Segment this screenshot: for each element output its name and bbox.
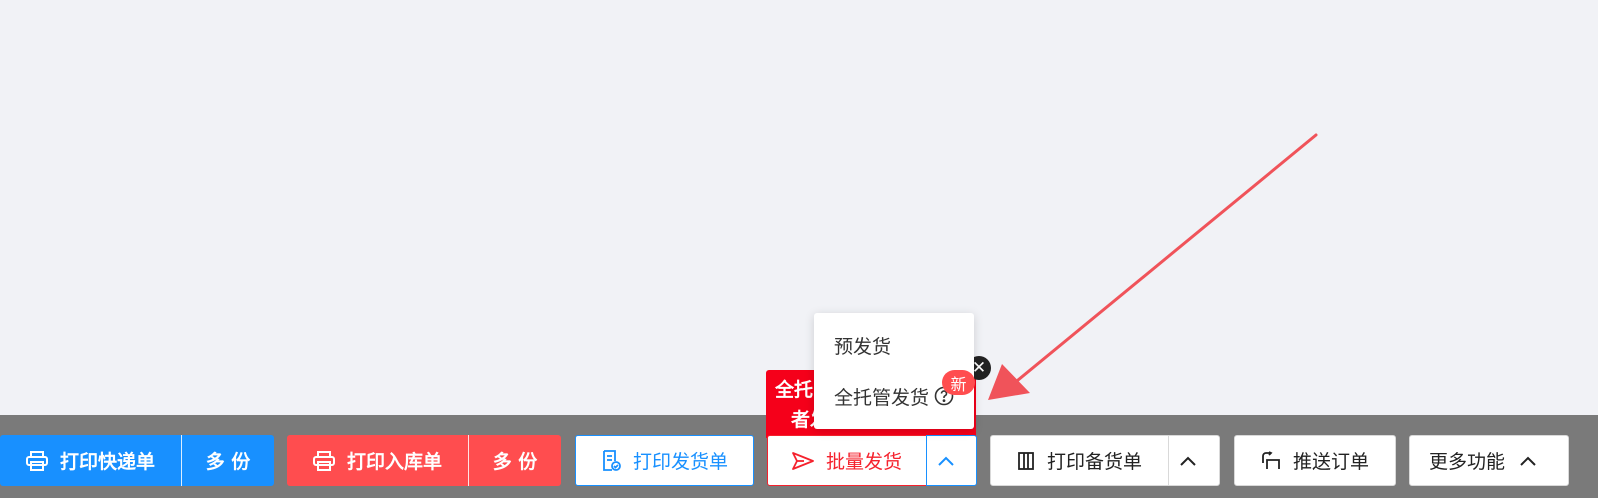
menu-item-pre-ship[interactable]: 预发货 <box>834 330 891 360</box>
print-express-button[interactable]: 打印快递单 <box>0 435 181 486</box>
batch-ship-label: 批量发货 <box>825 451 902 473</box>
send-icon <box>792 451 814 470</box>
menu-item-label: 预发货 <box>834 335 892 358</box>
print-inbound-copies-button[interactable]: 多 份 <box>468 435 561 486</box>
chevron-up-icon <box>937 456 954 466</box>
push-icon <box>1262 450 1280 469</box>
new-badge: 新 <box>942 370 975 395</box>
print-stock-label: 打印备货单 <box>1046 451 1142 473</box>
print-inbound-label: 打印入库单 <box>346 451 442 473</box>
print-delivery-button[interactable]: 打印发货单 <box>575 435 754 486</box>
close-icon: ✕ <box>971 357 987 378</box>
print-delivery-label: 打印发货单 <box>632 451 728 473</box>
print-express-copies-label: 多 份 <box>205 451 251 473</box>
print-express-copies-button[interactable]: 多 份 <box>181 435 274 486</box>
more-functions-label: 更多功能 <box>1428 451 1505 473</box>
menu-item-hosted-ship[interactable]: 全托管发货 <box>834 381 954 411</box>
print-stock-dropdown-toggle[interactable] <box>1168 435 1220 486</box>
print-express-label: 打印快递单 <box>59 451 155 473</box>
printer-icon <box>312 450 335 471</box>
printer-icon <box>25 450 48 471</box>
new-badge-label: 新 <box>950 374 967 394</box>
document-check-icon <box>603 449 621 471</box>
push-order-button[interactable]: 推送订单 <box>1234 435 1396 486</box>
more-functions-button[interactable]: 更多功能 <box>1409 435 1569 486</box>
print-inbound-copies-label: 多 份 <box>492 451 538 473</box>
batch-ship-dropdown-toggle[interactable] <box>926 435 977 486</box>
menu-item-label: 全托管发货 <box>834 386 930 409</box>
chevron-up-icon <box>1180 456 1196 466</box>
columns-icon <box>1018 451 1034 470</box>
push-order-label: 推送订单 <box>1292 451 1369 473</box>
print-stock-button[interactable]: 打印备货单 <box>990 435 1169 486</box>
chevron-up-icon <box>1520 456 1536 466</box>
batch-ship-button[interactable]: 批量发货 <box>767 435 927 486</box>
print-inbound-button[interactable]: 打印入库单 <box>287 435 468 486</box>
